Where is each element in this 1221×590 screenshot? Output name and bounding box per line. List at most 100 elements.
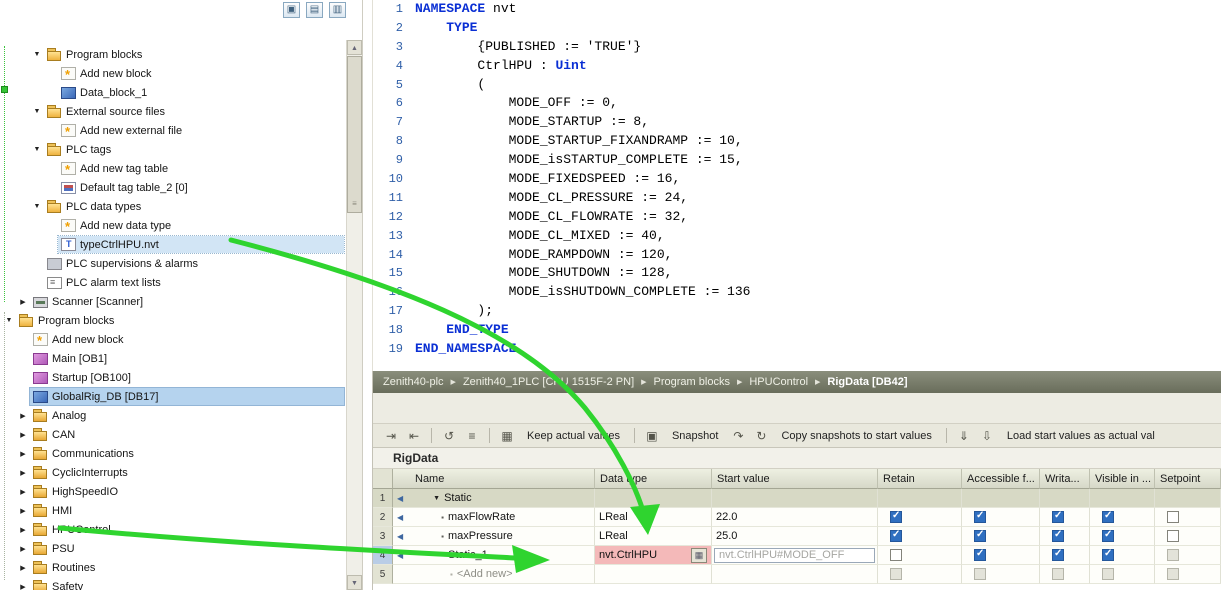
cell-name[interactable]: ◀▪maxPressure (393, 527, 595, 546)
cell-start-value[interactable] (712, 565, 878, 584)
expand-icon[interactable]: ▶ (16, 526, 30, 534)
row-number[interactable]: 3 (373, 527, 393, 546)
cell-start-value[interactable]: nvt.CtrlHPU#MODE_OFF (712, 546, 878, 565)
checkbox-retain[interactable] (890, 530, 902, 542)
collapse-icon[interactable]: ▼ (30, 203, 44, 210)
scroll-down-icon[interactable]: ▼ (347, 575, 362, 590)
row-number[interactable]: 4 (373, 546, 393, 565)
tree-item-hpucontrol[interactable]: ▶HPUControl (0, 520, 346, 539)
detail-view-icon[interactable]: ▣ (283, 2, 300, 18)
cell-name[interactable]: ▪<Add new> (393, 565, 595, 584)
tree-item-add-new-tag-table[interactable]: Add new tag table (0, 159, 346, 178)
expand-icon[interactable]: ▶ (16, 469, 30, 477)
breadcrumb-item-hpucontrol[interactable]: HPUControl (749, 376, 808, 388)
collapse-icon[interactable]: ▼ (30, 146, 44, 153)
row-number[interactable]: 5 (373, 565, 393, 584)
tree-item-add-new-block[interactable]: Add new block (0, 330, 346, 349)
table-row[interactable]: 5▪<Add new> (373, 565, 1221, 584)
cell-data-type[interactable]: LReal (595, 527, 712, 546)
checkbox-accessible[interactable] (974, 530, 986, 542)
expand-icon[interactable]: ▶ (16, 507, 30, 515)
tree-item-main-ob1[interactable]: Main [OB1] (0, 349, 346, 368)
cell-name[interactable]: ◀▪Static_1 (393, 546, 595, 565)
breadcrumb-item-zenith40-plc[interactable]: Zenith40-plc (383, 376, 444, 388)
checkbox-writable[interactable] (1052, 549, 1064, 561)
table-row[interactable]: 2◀▪maxFlowRateLReal22.0 (373, 508, 1221, 527)
cell-data-type[interactable]: nvt.CtrlHPU▦ (595, 546, 712, 565)
table-row[interactable]: 4◀▪Static_1nvt.CtrlHPU▦nvt.CtrlHPU#MODE_… (373, 546, 1221, 565)
expand-icon[interactable]: ▶ (16, 583, 30, 590)
tree-item-startup-ob100[interactable]: Startup [OB100] (0, 368, 346, 387)
cell-start-value[interactable] (712, 489, 878, 508)
tree-item-analog[interactable]: ▶Analog (0, 406, 346, 425)
overview-icon[interactable]: ▤ (306, 2, 323, 18)
column-header-retain[interactable]: Retain (878, 469, 962, 489)
tree-item-plc-tags[interactable]: ▼PLC tags (0, 140, 346, 159)
column-header-name[interactable]: Name (393, 469, 595, 489)
toolbar-label-snapshot[interactable]: Snapshot (672, 430, 718, 442)
expand-members-icon[interactable]: ≡ (462, 427, 482, 445)
column-header-setpoint[interactable]: Setpoint (1155, 469, 1221, 489)
tree-item-routines[interactable]: ▶Routines (0, 558, 346, 577)
scroll-up-icon[interactable]: ▲ (347, 40, 362, 55)
tree-item-psu[interactable]: ▶PSU (0, 539, 346, 558)
column-header-writa[interactable]: Writa... (1040, 469, 1090, 489)
cell-name[interactable]: ◀▼Static (393, 489, 595, 508)
breadcrumb-item-program-blocks[interactable]: Program blocks (654, 376, 730, 388)
expand-icon[interactable]: ▶ (16, 545, 30, 553)
scrollbar-thumb[interactable] (347, 56, 362, 213)
expand-icon[interactable]: ▶ (16, 412, 30, 420)
row-number[interactable]: 2 (373, 508, 393, 527)
expand-icon[interactable]: ▶ (16, 431, 30, 439)
expand-icon[interactable]: ▶ (16, 298, 30, 306)
tree-item-program-blocks[interactable]: ▼Program blocks (0, 311, 346, 330)
reset-start-values-icon[interactable]: ↺ (439, 427, 459, 445)
cell-start-value[interactable]: 25.0 (712, 527, 878, 546)
load-start-values-icon[interactable]: ⇓ (954, 427, 974, 445)
tree-item-safety[interactable]: ▶Safety (0, 577, 346, 590)
tree-item-data-block-1[interactable]: Data_block_1 (0, 83, 346, 102)
collapse-icon[interactable]: ▼ (433, 495, 440, 502)
tree-item-add-new-data-type[interactable]: Add new data type (0, 216, 346, 235)
breadcrumb-item-rigdata-db42[interactable]: RigData [DB42] (827, 376, 907, 388)
column-header-data-type[interactable]: Data type (595, 469, 712, 489)
cell-data-type[interactable] (595, 565, 712, 584)
breadcrumb-item-zenith40-1plc-cpu-1515f-2-pn[interactable]: Zenith40_1PLC [CPU 1515F-2 PN] (463, 376, 634, 388)
copy-snapshot-all-icon[interactable]: ↻ (751, 427, 771, 445)
tree-item-external-source-files[interactable]: ▼External source files (0, 102, 346, 121)
tree-item-can[interactable]: ▶CAN (0, 425, 346, 444)
tree-item-plc-alarm-text-lists[interactable]: PLC alarm text lists (0, 273, 346, 292)
tree-item-default-tag-table-2-0[interactable]: Default tag table_2 [0] (0, 178, 346, 197)
tree-item-scanner-scanner[interactable]: ▶Scanner [Scanner] (0, 292, 346, 311)
tree-item-add-new-external-file[interactable]: Add new external file (0, 121, 346, 140)
source-code-editor[interactable]: 1NAMESPACE nvt2 TYPE3 {PUBLISHED := 'TRU… (372, 0, 1221, 371)
data-type-browse-button[interactable]: ▦ (691, 548, 707, 563)
copy-snapshot-icon[interactable]: ↷ (728, 427, 748, 445)
load-values-icon[interactable]: ⇩ (977, 427, 997, 445)
tree-item-add-new-block[interactable]: Add new block (0, 64, 346, 83)
tree-scrollbar[interactable]: ▲ ▼ (346, 40, 362, 590)
tree-item-cyclicinterrupts[interactable]: ▶CyclicInterrupts (0, 463, 346, 482)
checkbox-accessible[interactable] (974, 511, 986, 523)
toolbar-label-keep-actual-values[interactable]: Keep actual values (527, 430, 620, 442)
tree-item-highspeedio[interactable]: ▶HighSpeedIO (0, 482, 346, 501)
column-header-visible-in[interactable]: Visible in ... (1090, 469, 1155, 489)
tree-item-plc-supervisions-alarms[interactable]: PLC supervisions & alarms (0, 254, 346, 273)
collapse-icon[interactable]: ▼ (30, 108, 44, 115)
checkbox-visible[interactable] (1102, 511, 1114, 523)
collapse-icon[interactable]: ▼ (2, 317, 16, 324)
checkbox-writable[interactable] (1052, 530, 1064, 542)
toolbar-label-load-start-values-as-actual-val[interactable]: Load start values as actual val (1007, 430, 1155, 442)
start-value-input[interactable]: nvt.CtrlHPU#MODE_OFF (714, 548, 875, 563)
cell-name[interactable]: ◀▪maxFlowRate (393, 508, 595, 527)
table-row[interactable]: 1◀▼Static (373, 489, 1221, 508)
table-row[interactable]: 3◀▪maxPressureLReal25.0 (373, 527, 1221, 546)
row-number[interactable]: 1 (373, 489, 393, 508)
expand-icon[interactable]: ▶ (16, 564, 30, 572)
tree-item-typectrlhpu-nvt[interactable]: typeCtrlHPU.nvt (0, 235, 346, 254)
expand-icon[interactable]: ▶ (16, 450, 30, 458)
add-row-icon[interactable]: ⇤ (404, 427, 424, 445)
cell-data-type[interactable] (595, 489, 712, 508)
tree-item-program-blocks[interactable]: ▼Program blocks (0, 45, 346, 64)
keep-actual-values-icon[interactable]: ▦ (497, 427, 517, 445)
